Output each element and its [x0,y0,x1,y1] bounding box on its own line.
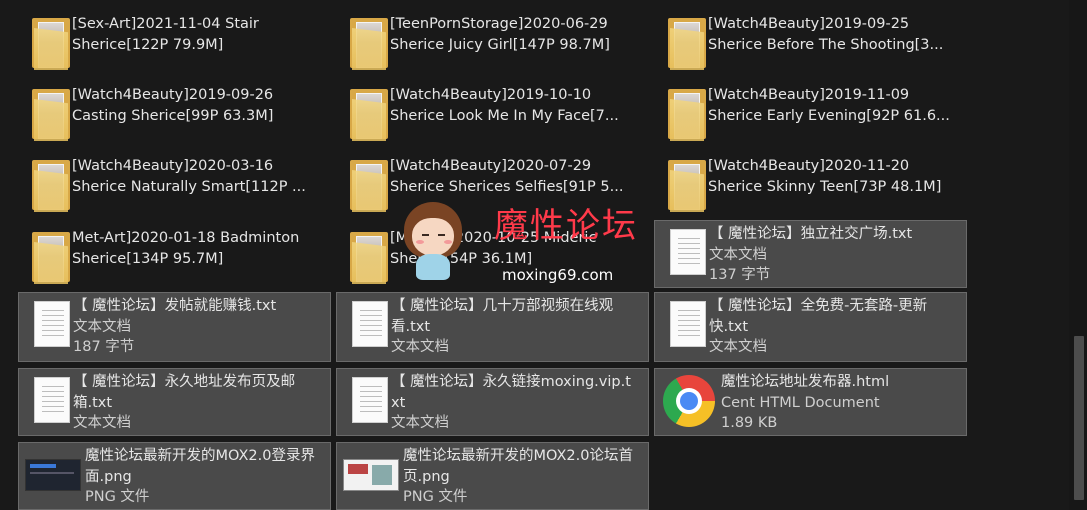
folder-item[interactable]: [Watch4Beauty]2020-07-29 Sherice Sherices… [336,156,649,216]
file-item-txt[interactable]: 【 魔性论坛】几十万部视频在线观看.txt 文本文档 [336,292,649,362]
file-name: 【 魔性论坛】独立社交广场.txt [709,226,913,242]
file-item-html[interactable]: 魔性论坛地址发布器.html Cent HTML Document 1.89 KB [654,368,967,436]
folder-icon [654,14,708,74]
file-size: 187 字节 [73,339,135,355]
file-type: 文本文档 [73,415,131,431]
folder-name-line1: [Watch4Beauty]2019-11-09 [708,87,910,103]
chrome-icon [655,369,721,429]
folder-icon [654,85,708,145]
folder-name-line1: [Watch4Beauty]2019-09-25 [708,16,910,32]
file-type: 文本文档 [709,246,767,263]
file-name: 魔性论坛最新开发的MOX2.0登录界面.png [85,448,315,485]
file-name: 【 魔性论坛】发帖就能赚钱.txt [73,298,277,314]
file-type: 文本文档 [391,339,449,355]
file-name: 【 魔性论坛】几十万部视频在线观看.txt [391,298,614,335]
folder-icon [654,156,708,216]
folder-icon [18,228,72,288]
file-name: 魔性论坛最新开发的MOX2.0论坛首页.png [403,448,633,485]
folder-name-line1: [Watch4Beauty]2019-10-10 [390,87,592,103]
folder-name-line2: Sherice[54P 36.1M] [390,250,533,267]
folder-name-line1: [Watch4Beauty]2020-03-16 [72,158,274,174]
file-type: PNG 文件 [85,489,150,505]
folder-name-line1: [Sex-Art]2021-11-04 Stair [72,16,259,32]
file-item-txt[interactable]: 【 魔性论坛】永久地址发布页及邮箱.txt 文本文档 [18,368,331,436]
file-type: 文本文档 [391,415,449,431]
text-document-icon [337,369,391,429]
folder-name-line2: Sherice Before The Shooting[3... [708,36,944,53]
image-thumbnail-icon [337,443,403,503]
folder-item[interactable]: [TeenPornStorage]2020-06-29 Sherice Juicy… [336,14,649,74]
file-name: 【 魔性论坛】全免费-无套路-更新快.txt [709,298,928,335]
scrollbar-thumb[interactable] [1074,336,1084,500]
text-document-icon [655,221,709,281]
folder-name-line2: Sherice Naturally Smart[112P ... [72,178,306,195]
folder-name-line2: Sherice Skinny Teen[73P 48.1M] [708,178,942,195]
file-item-txt[interactable]: 【 魔性论坛】发帖就能赚钱.txt 文本文档 187 字节 [18,292,331,362]
file-name: 魔性论坛地址发布器.html [721,374,890,390]
file-type: PNG 文件 [403,489,468,505]
folder-item[interactable]: [Watch4Beauty]2019-09-26 Casting Sherice[… [18,85,331,145]
file-name: 【 魔性论坛】永久地址发布页及邮箱.txt [73,374,296,411]
file-item-txt[interactable]: 【 魔性论坛】独立社交广场.txt 文本文档 137 字节 [654,220,967,288]
folder-name-line1: [Watch4Beauty]2019-09-26 [72,87,274,103]
file-size: 137 字节 [709,267,771,283]
folder-name-line1: [Met-Art]2020-10-25 Mideric [390,230,597,246]
folder-icon [18,14,72,74]
folder-item[interactable]: [Watch4Beauty]2020-11-20 Sherice Skinny T… [654,156,967,216]
folder-name-line1: [Watch4Beauty]2020-11-20 [708,158,910,174]
folder-name-line1: [Watch4Beauty]2020-07-29 [390,158,592,174]
file-name: 【 魔性论坛】永久链接moxing.vip.txt [391,374,631,411]
folder-name-line1: [TeenPornStorage]2020-06-29 [390,16,608,32]
text-document-icon [19,293,73,353]
file-size: 1.89 KB [721,415,778,431]
folder-item[interactable]: [Watch4Beauty]2019-11-09 Sherice Early Ev… [654,85,967,145]
folder-icon [18,85,72,145]
file-item-txt[interactable]: 【 魔性论坛】全免费-无套路-更新快.txt 文本文档 [654,292,967,362]
file-item-png[interactable]: 魔性论坛最新开发的MOX2.0论坛首页.png PNG 文件 [336,442,649,510]
file-item-txt[interactable]: 【 魔性论坛】永久链接moxing.vip.txt 文本文档 [336,368,649,436]
folder-item[interactable]: [Watch4Beauty]2019-10-10 Sherice Look Me … [336,85,649,145]
folder-name-line2: Sherice[134P 95.7M] [72,250,224,267]
folder-name-line2: Sherice Sherices Selfies[91P 5... [390,178,624,195]
text-document-icon [655,293,709,353]
file-item-png[interactable]: 魔性论坛最新开发的MOX2.0登录界面.png PNG 文件 [18,442,331,510]
folder-name-line2: Casting Sherice[99P 63.3M] [72,107,274,124]
folder-icon [336,14,390,74]
file-type: 文本文档 [709,339,767,355]
text-document-icon [337,293,391,353]
folder-icon [336,228,390,288]
folder-name-line2: Sherice[122P 79.9M] [72,36,224,53]
vertical-scrollbar[interactable] [1069,0,1087,510]
text-document-icon [19,369,73,429]
folder-item[interactable]: [Watch4Beauty]2020-03-16 Sherice Naturall… [18,156,331,216]
folder-item[interactable]: Met-Art]2020-01-18 Badminton Sherice[134P… [18,228,331,288]
folder-item[interactable]: [Sex-Art]2021-11-04 Stair Sherice[122P 79… [18,14,331,74]
file-type: 文本文档 [73,318,131,335]
folder-name-line2: Sherice Juicy Girl[147P 98.7M] [390,36,610,53]
folder-icon [336,156,390,216]
folder-name-line2: Sherice Early Evening[92P 61.6... [708,107,950,124]
file-type: Cent HTML Document [721,394,880,411]
image-thumbnail-icon [19,443,85,503]
folder-name-line1: Met-Art]2020-01-18 Badminton [72,230,300,246]
folder-item[interactable]: [Met-Art]2020-10-25 Mideric Sherice[54P 3… [336,228,649,288]
folder-item[interactable]: [Watch4Beauty]2019-09-25 Sherice Before T… [654,14,967,74]
folder-icon [336,85,390,145]
folder-name-line2: Sherice Look Me In My Face[7... [390,107,619,124]
folder-icon [18,156,72,216]
